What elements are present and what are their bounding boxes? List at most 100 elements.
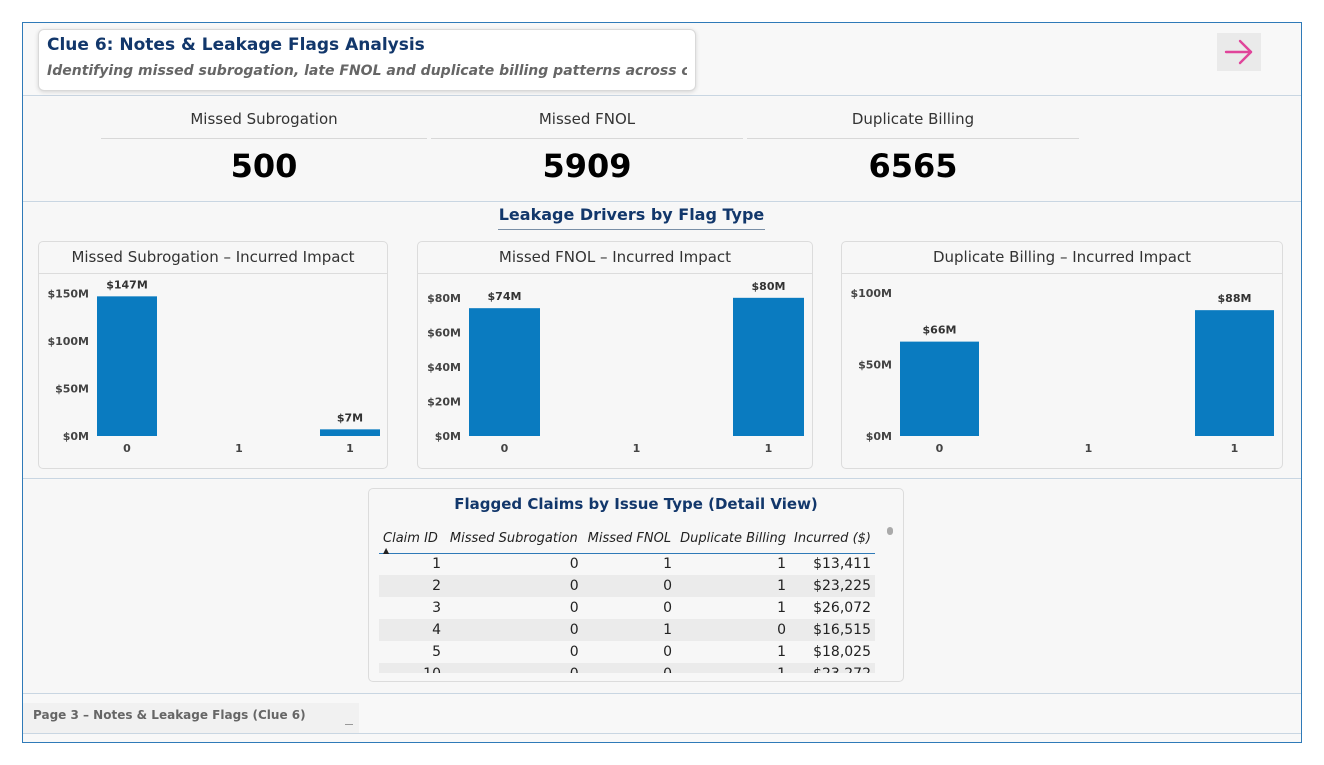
table-cell: $16,515: [790, 619, 875, 641]
table-cell: 0: [444, 575, 583, 597]
table-cell: 10: [379, 663, 445, 673]
table-scroll-area[interactable]: Claim ID ▲ Missed Subrogation Missed FNO…: [379, 525, 877, 673]
table-cell: 1: [676, 575, 791, 597]
detail-table-card: Flagged Claims by Issue Type (Detail Vie…: [368, 488, 904, 682]
section-title: Leakage Drivers by Flag Type: [498, 205, 765, 230]
y-tick-label: $40M: [427, 361, 461, 374]
data-label: $147M: [106, 278, 148, 291]
scrollbar-thumb[interactable]: [887, 527, 893, 535]
table-cell: 0: [444, 663, 583, 673]
table-cell: 0: [569, 644, 579, 660]
page-subtitle: Identifying missed subrogation, late FNO…: [47, 63, 687, 79]
table-cell: 0: [569, 556, 579, 573]
y-tick-label: $0M: [435, 430, 461, 443]
table-row[interactable]: 10001$23,272: [379, 663, 875, 673]
column-header-claim-id[interactable]: Claim ID ▲: [379, 525, 445, 555]
chart-title: Missed Subrogation – Incurred Impact: [39, 242, 387, 274]
x-tick-label: 1: [633, 442, 641, 455]
divider: [23, 478, 1301, 479]
kpi-value: 6565: [868, 147, 958, 185]
table-cell: 0: [663, 644, 673, 660]
table-row[interactable]: 4 0 1 0 $16,515: [379, 619, 875, 641]
column-header-incurred[interactable]: Incurred ($): [790, 525, 875, 554]
footer-mark: [345, 724, 353, 725]
column-header-missed-fnol[interactable]: Missed FNOL: [582, 525, 677, 554]
table-cell: 0: [444, 619, 583, 641]
table-row[interactable]: 5 0 0 1 $18,025: [379, 641, 875, 663]
x-tick-label: 0: [501, 442, 509, 455]
y-tick-label: $60M: [427, 326, 461, 339]
table-cell: 1: [582, 619, 677, 641]
kpi-missed-subrogation: Missed Subrogation 500: [101, 101, 427, 185]
x-tick-label: 1: [235, 442, 243, 455]
arrow-right-icon: [1224, 39, 1253, 65]
y-tick-label: $80M: [427, 292, 461, 305]
next-page-button[interactable]: [1217, 33, 1261, 71]
chart-missed-subrogation[interactable]: Missed Subrogation – Incurred Impact $0M…: [38, 241, 388, 469]
y-tick-label: $0M: [866, 430, 892, 443]
chart-missed-fnol[interactable]: Missed FNOL – Incurred Impact $0M $20M $40…: [417, 241, 813, 469]
x-tick-label: 1: [765, 442, 773, 455]
table-cell: 0: [663, 600, 673, 616]
table-cell: 0: [569, 600, 579, 616]
x-tick-label: 1: [1085, 442, 1093, 455]
table-cell: 1: [432, 556, 441, 573]
kpi-label: Missed Subrogation: [101, 101, 427, 139]
table-cell: $13,411: [813, 556, 871, 573]
table-cell: 0: [676, 619, 791, 641]
data-label: $66M: [923, 324, 957, 337]
kpi-duplicate-billing: Duplicate Billing 6565: [747, 101, 1079, 185]
table-cell: $18,025: [813, 644, 871, 660]
table-row[interactable]: 3 0 0 1 $26,072: [379, 597, 875, 619]
data-label: $7M: [337, 411, 363, 424]
bar: [97, 296, 157, 436]
detail-table: Claim ID ▲ Missed Subrogation Missed FNO…: [379, 525, 875, 673]
page-title: Clue 6: Notes & Leakage Flags Analysis: [47, 35, 425, 55]
column-header-missed-subrogation[interactable]: Missed Subrogation: [444, 525, 583, 554]
sort-ascending-icon: ▲: [383, 545, 390, 555]
table-cell: 1: [777, 556, 787, 573]
table-cell: 2: [379, 575, 445, 597]
y-tick-label: $100M: [850, 287, 892, 300]
table-cell: 1: [777, 644, 787, 660]
table-cell: 5: [432, 644, 441, 660]
y-tick-label: $150M: [47, 288, 89, 301]
bar: [469, 308, 540, 436]
footer-page-label: Page 3 – Notes & Leakage Flags (Clue 6): [33, 708, 306, 722]
y-tick-label: $100M: [47, 335, 89, 348]
data-label: $88M: [1218, 292, 1252, 305]
table-cell: 0: [582, 575, 677, 597]
bar: [733, 297, 804, 436]
bar: [320, 429, 380, 436]
column-header-duplicate-billing[interactable]: Duplicate Billing: [676, 525, 791, 554]
table-cell: 1: [777, 600, 787, 616]
table-title: Flagged Claims by Issue Type (Detail Vie…: [454, 495, 818, 513]
x-tick-label: 1: [346, 442, 354, 455]
kpi-label: Duplicate Billing: [747, 101, 1079, 139]
bar-chart: $0M $50M $100M $66M 0 1 $88M 1: [850, 287, 1274, 455]
data-label: $80M: [752, 280, 786, 293]
table-row[interactable]: 2 0 0 1 $23,225: [379, 575, 875, 597]
table-cell: 3: [432, 600, 441, 616]
y-tick-label: $50M: [858, 359, 892, 372]
x-tick-label: 0: [123, 442, 131, 455]
table-cell: $23,225: [790, 575, 875, 597]
kpi-label: Missed FNOL: [431, 101, 743, 139]
kpi-value: 5909: [542, 147, 632, 185]
chart-title: Missed FNOL – Incurred Impact: [418, 242, 812, 274]
divider: [23, 95, 1301, 96]
chart-title: Duplicate Billing – Incurred Impact: [842, 242, 1282, 274]
table-cell: 0: [582, 663, 677, 673]
chart-duplicate-billing[interactable]: Duplicate Billing – Incurred Impact $0M $…: [841, 241, 1283, 469]
table-cell: 1: [676, 663, 791, 673]
table-row[interactable]: 1 0 1 1 $13,411: [379, 553, 875, 575]
x-tick-label: 0: [936, 442, 944, 455]
y-tick-label: $50M: [55, 383, 89, 396]
data-label: $74M: [488, 290, 522, 303]
table-cell: 1: [663, 556, 673, 573]
table-cell: $23,272: [790, 663, 875, 673]
kpi-missed-fnol: Missed FNOL 5909: [431, 101, 743, 185]
x-tick-label: 1: [1231, 442, 1239, 455]
bar: [900, 341, 979, 436]
divider: [23, 201, 1301, 202]
